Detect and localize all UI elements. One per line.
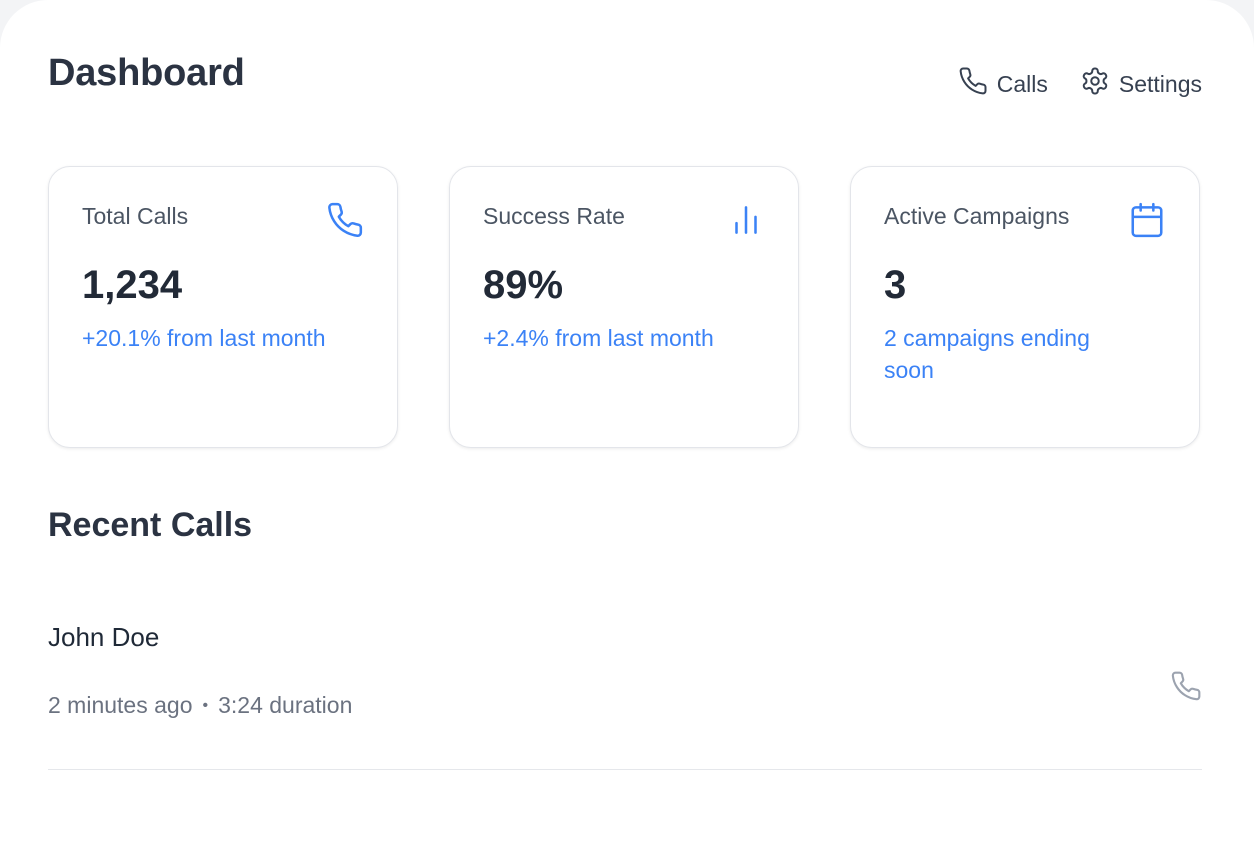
stat-label: Total Calls <box>82 203 189 229</box>
page-title: Dashboard <box>48 52 245 94</box>
nav-settings-label: Settings <box>1118 70 1202 97</box>
stats-cards: Total Calls 1,234 +20.1% from last month… <box>48 166 1202 450</box>
stat-change: +2.4% from last month <box>483 325 714 351</box>
caller-name: John Doe <box>48 622 160 652</box>
gear-icon <box>1080 66 1110 102</box>
recent-calls-list: John Doe 2 minutes ago • 3:24 duration <box>48 598 1202 770</box>
phone-icon <box>958 66 988 102</box>
phone-icon <box>1170 671 1202 706</box>
stat-value: 3 <box>884 263 907 307</box>
bar-chart-icon <box>727 201 765 239</box>
top-nav: Calls Settings <box>958 66 1202 102</box>
stat-value: 89% <box>483 263 564 307</box>
stat-value: 1,234 <box>82 263 183 307</box>
stat-change: 2 campaigns ending soon <box>884 325 1090 383</box>
call-duration: 3:24 duration <box>218 692 353 718</box>
stat-label: Success Rate <box>483 203 625 229</box>
recent-calls-title: Recent Calls <box>48 506 253 544</box>
dashboard-panel: Dashboard Calls Settings Total Calls 1,2… <box>0 0 1254 860</box>
calendar-icon <box>1128 201 1166 239</box>
call-meta: 2 minutes ago • 3:24 duration <box>48 692 352 719</box>
list-item[interactable]: John Doe 2 minutes ago • 3:24 duration <box>48 598 1202 770</box>
header: Dashboard Calls Settings <box>48 52 1202 112</box>
stat-card-total-calls: Total Calls 1,234 +20.1% from last month <box>48 166 398 448</box>
stat-card-active-campaigns: Active Campaigns 3 2 campaigns ending so… <box>850 166 1200 448</box>
stat-change: +20.1% from last month <box>82 325 326 351</box>
phone-icon <box>326 201 364 239</box>
nav-calls-link[interactable]: Calls <box>958 66 1048 102</box>
stat-card-success-rate: Success Rate 89% +2.4% from last month <box>449 166 799 448</box>
separator-dot: • <box>202 696 209 714</box>
call-time: 2 minutes ago <box>48 692 193 718</box>
call-button[interactable] <box>1170 670 1202 702</box>
stat-label: Active Campaigns <box>884 203 1070 229</box>
nav-settings-link[interactable]: Settings <box>1080 66 1202 102</box>
nav-calls-label: Calls <box>996 70 1048 97</box>
